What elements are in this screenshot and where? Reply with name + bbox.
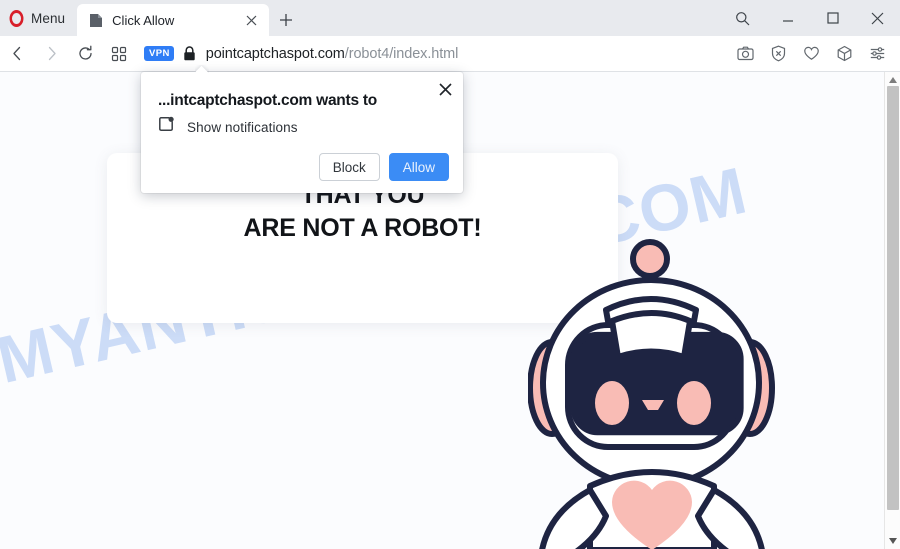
extensions-cube-icon[interactable]: [828, 36, 861, 72]
lock-icon[interactable]: [183, 46, 196, 61]
browser-tab-active[interactable]: Click Allow: [77, 4, 270, 36]
address-bar[interactable]: VPN pointcaptchaspot.com/robot4/index.ht…: [136, 36, 729, 72]
url-text: pointcaptchaspot.com/robot4/index.html: [206, 46, 459, 62]
window-search-icon[interactable]: [720, 0, 765, 36]
allow-button[interactable]: Allow: [388, 153, 449, 181]
back-icon[interactable]: [0, 36, 34, 72]
block-button[interactable]: Block: [318, 153, 380, 181]
navigation-bar: VPN pointcaptchaspot.com/robot4/index.ht…: [0, 36, 900, 72]
ad-block-shield-icon[interactable]: [762, 36, 795, 72]
toolbar-right-icons: [729, 36, 900, 72]
tab-close-icon[interactable]: [241, 10, 261, 30]
dialog-close-icon[interactable]: [434, 78, 456, 100]
new-tab-button[interactable]: [271, 4, 301, 36]
notification-permission-dialog: ...intcaptchaspot.com wants to Show noti…: [141, 72, 463, 193]
reload-icon[interactable]: [68, 36, 102, 72]
url-domain: pointcaptchaspot.com: [205, 45, 345, 62]
dialog-permission-row: Show notifications: [158, 116, 298, 138]
page-scrollbar[interactable]: [884, 72, 900, 549]
tab-bar: Menu Click Allow: [0, 0, 900, 36]
captcha-robot-illustration: [527, 220, 796, 549]
speed-dial-icon[interactable]: [102, 36, 136, 72]
forward-icon[interactable]: [34, 36, 68, 72]
snapshot-icon[interactable]: [729, 36, 762, 72]
scroll-down-icon[interactable]: [885, 533, 900, 549]
opera-menu-label: Menu: [31, 10, 66, 26]
browser-window: Menu Click Allow VPN pointcaptchaspot.co…: [0, 0, 900, 549]
heart-icon[interactable]: [795, 36, 828, 72]
window-maximize-icon[interactable]: [810, 0, 855, 36]
window-controls: [720, 0, 900, 36]
easy-setup-sliders-icon[interactable]: [861, 36, 894, 72]
tab-title: Click Allow: [112, 12, 175, 28]
page-icon: [89, 13, 103, 28]
notifications-icon: [158, 116, 175, 138]
opera-logo-icon: [9, 9, 24, 27]
dialog-title: ...intcaptchaspot.com wants to: [158, 92, 377, 109]
dialog-permission-label: Show notifications: [187, 119, 298, 135]
window-close-icon[interactable]: [855, 0, 900, 36]
vpn-badge[interactable]: VPN: [144, 46, 174, 61]
url-path: /robot4/index.html: [344, 45, 459, 62]
opera-menu-button[interactable]: Menu: [0, 0, 75, 36]
window-minimize-icon[interactable]: [765, 0, 810, 36]
dialog-actions: Block Allow: [318, 153, 449, 181]
dialog-pointer: [195, 65, 209, 73]
scroll-thumb[interactable]: [887, 86, 899, 510]
